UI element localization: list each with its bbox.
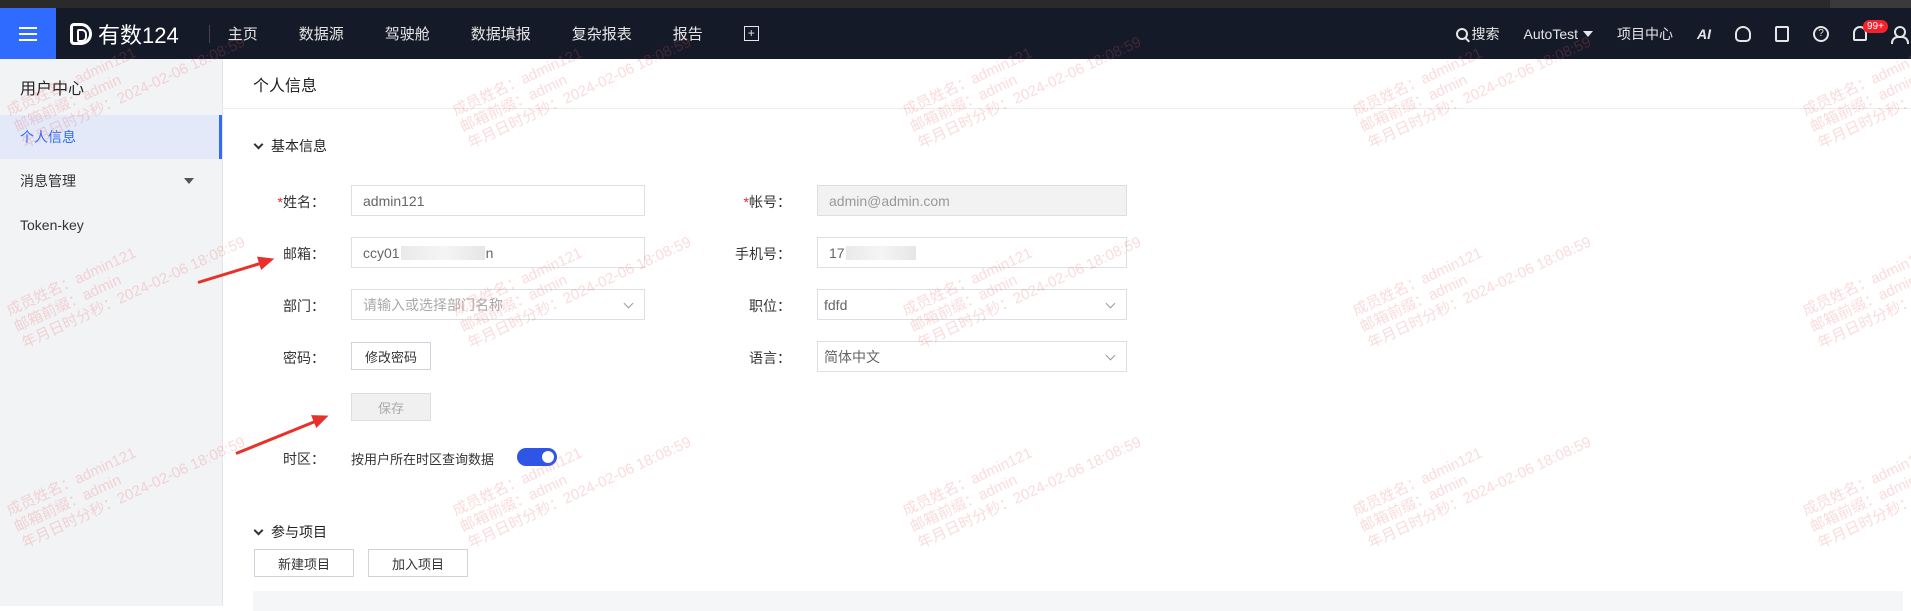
phone-label: 手机号： <box>735 246 791 262</box>
projects-table-header <box>253 591 1903 611</box>
sidebar-item-messages[interactable]: 消息管理 <box>0 159 222 203</box>
chevron-down-icon <box>253 525 264 535</box>
bell-icon: 99+ <box>1853 20 1888 41</box>
nav-item-home[interactable]: 主页 <box>228 23 258 44</box>
caret-down-icon <box>1583 30 1593 37</box>
redacted-blur <box>845 245 916 260</box>
basic-info-section-toggle[interactable]: 基本信息 <box>253 136 327 156</box>
new-project-button[interactable]: 新建项目 <box>254 549 354 577</box>
basic-info-heading: 基本信息 <box>271 138 327 154</box>
chevron-down-icon <box>1105 350 1116 361</box>
chevron-down-icon <box>623 298 634 309</box>
logo-text: 有数124 <box>98 22 179 48</box>
language-label: 语言： <box>749 350 791 366</box>
logo-icon <box>70 22 92 45</box>
nav-item-cockpit[interactable]: 驾驶舱 <box>385 23 430 44</box>
nav-divider <box>208 24 210 43</box>
menu-toggle-button[interactable] <box>0 8 56 59</box>
page-title: 个人信息 <box>223 59 1911 109</box>
join-project-button[interactable]: 加入项目 <box>368 549 468 577</box>
nav-item-datasource[interactable]: 数据源 <box>299 23 344 44</box>
workspace-select[interactable]: AutoTest <box>1524 26 1593 42</box>
position-select[interactable]: fdfd <box>817 289 1127 320</box>
timezone-toggle[interactable] <box>517 448 557 466</box>
add-tab-icon[interactable]: + <box>743 26 759 41</box>
projects-heading: 参与项目 <box>271 524 327 540</box>
account-label: *帐号： <box>743 194 791 210</box>
sidebar-item-profile[interactable]: 个人信息 <box>0 115 222 159</box>
redacted-blur <box>400 245 485 260</box>
change-password-button[interactable]: 修改密码 <box>351 342 431 370</box>
email-label: 邮箱： <box>283 246 325 262</box>
department-select[interactable]: 请输入或选择部门名称 <box>351 289 645 320</box>
navbar-right-tools: 搜索 AutoTest 项目中心 AI ? 99+ <box>1455 8 1911 59</box>
position-label: 职位： <box>749 298 791 314</box>
window-top-strip <box>0 0 1911 8</box>
language-select[interactable]: 简体中文 <box>817 341 1127 372</box>
app-logo[interactable]: 有数124 <box>70 18 179 50</box>
headset-icon[interactable] <box>1735 25 1751 42</box>
nav-item-report[interactable]: 报告 <box>673 23 703 44</box>
caret-down-icon <box>184 178 194 184</box>
nav-item-data-fill[interactable]: 数据填报 <box>471 23 531 44</box>
password-label: 密码： <box>283 350 325 366</box>
account-input: admin@admin.com <box>817 185 1127 216</box>
name-label: *姓名： <box>277 194 325 210</box>
book-icon[interactable] <box>1775 25 1789 42</box>
phone-input[interactable]: 17 <box>817 237 1127 268</box>
nav-item-complex-report[interactable]: 复杂报表 <box>572 23 632 44</box>
projects-section-toggle[interactable]: 参与项目 <box>253 522 327 542</box>
save-button[interactable]: 保存 <box>351 393 431 421</box>
top-navbar: 有数124 主页 数据源 驾驶舱 数据填报 复杂报表 报告 + 搜索 AutoT… <box>0 8 1911 59</box>
ai-button[interactable]: AI <box>1697 26 1711 42</box>
chevron-down-icon <box>1105 298 1116 309</box>
name-input[interactable]: admin121 <box>351 185 645 216</box>
user-icon[interactable] <box>1891 25 1909 44</box>
sidebar-item-label: 消息管理 <box>20 173 76 189</box>
main-content: 个人信息 基本信息 *姓名： admin121 *帐号： admin@admin… <box>223 59 1911 611</box>
notification-button[interactable]: 99+ <box>1853 20 1888 41</box>
sidebar: 用户中心 个人信息 消息管理 Token-key <box>0 59 223 606</box>
chevron-down-icon <box>253 139 264 149</box>
email-input[interactable]: ccy01 n <box>351 237 645 268</box>
project-center-link[interactable]: 项目中心 <box>1617 24 1673 44</box>
search-label: 搜索 <box>1471 25 1500 42</box>
hamburger-icon <box>19 26 37 41</box>
horizontal-scrollbar[interactable] <box>0 0 1830 8</box>
timezone-description: 按用户所在时区查询数据 <box>351 452 495 467</box>
workspace-label: AutoTest <box>1523 25 1578 42</box>
help-icon[interactable]: ? <box>1813 25 1829 42</box>
search-button[interactable]: 搜索 <box>1455 24 1500 44</box>
sidebar-item-token-key[interactable]: Token-key <box>0 203 222 247</box>
timezone-label: 时区： <box>283 451 325 467</box>
search-icon <box>1455 27 1468 40</box>
notification-badge: 99+ <box>1863 20 1888 33</box>
sidebar-title: 用户中心 <box>20 81 85 98</box>
department-label: 部门： <box>283 298 325 314</box>
